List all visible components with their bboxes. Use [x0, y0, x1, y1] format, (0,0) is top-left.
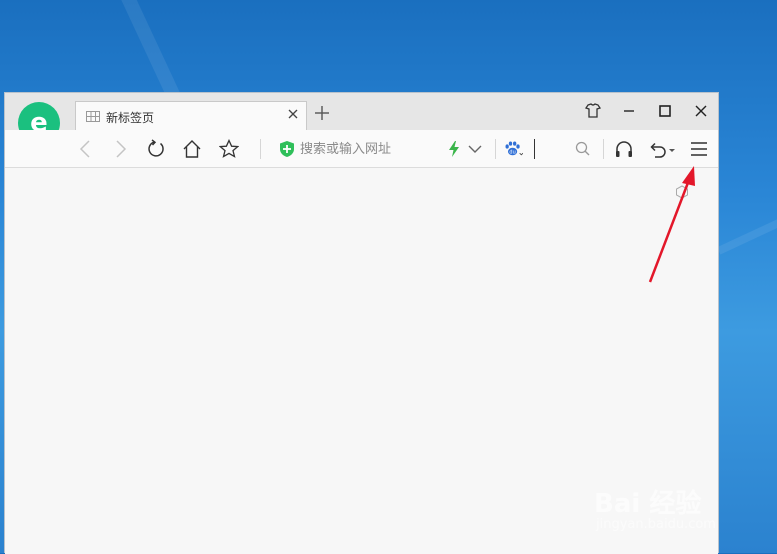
headphones-icon[interactable] — [614, 139, 634, 159]
favorite-star-icon[interactable] — [219, 139, 239, 159]
toolbar-separator — [495, 139, 496, 159]
skin-shirt-icon[interactable] — [583, 101, 603, 121]
minimize-icon[interactable] — [619, 101, 639, 121]
tab-close-icon[interactable] — [286, 107, 300, 121]
undo-dropdown-icon[interactable] — [667, 139, 677, 159]
baidu-jingyan-watermark: Bai 经验 jingyan.baidu.com — [594, 483, 754, 543]
grid-icon — [86, 111, 100, 122]
toolbar-separator — [603, 139, 604, 159]
navigation-toolbar: du — [5, 130, 718, 168]
toolbar-separator — [260, 139, 261, 159]
baidu-paw-icon[interactable]: du — [503, 139, 523, 159]
svg-text:du: du — [509, 150, 515, 156]
tab-new-tab[interactable]: 新标签页 — [75, 101, 307, 131]
title-bar: e 新标签页 — [5, 93, 718, 151]
search-icon[interactable] — [573, 139, 593, 159]
back-icon[interactable] — [76, 139, 96, 159]
undo-icon[interactable] — [648, 139, 668, 159]
desktop-light-streak — [717, 213, 777, 255]
lightning-icon[interactable] — [444, 139, 464, 159]
address-bar-input[interactable] — [300, 139, 440, 159]
chevron-down-icon[interactable] — [465, 139, 485, 159]
shield-icon[interactable] — [279, 140, 295, 158]
watermark-url: jingyan.baidu.com — [596, 517, 716, 532]
window-close-icon[interactable] — [691, 101, 711, 121]
watermark-main: Bai 经验 — [594, 489, 702, 519]
tab-title: 新标签页 — [106, 111, 155, 125]
maximize-icon[interactable] — [655, 101, 675, 121]
search-engine-input[interactable] — [534, 139, 577, 159]
refresh-icon[interactable] — [146, 139, 166, 159]
new-tab-plus-icon[interactable] — [314, 105, 330, 121]
home-icon[interactable] — [182, 139, 202, 159]
menu-icon[interactable] — [689, 139, 709, 159]
hexagon-icon[interactable] — [675, 185, 689, 199]
forward-icon[interactable] — [110, 139, 130, 159]
